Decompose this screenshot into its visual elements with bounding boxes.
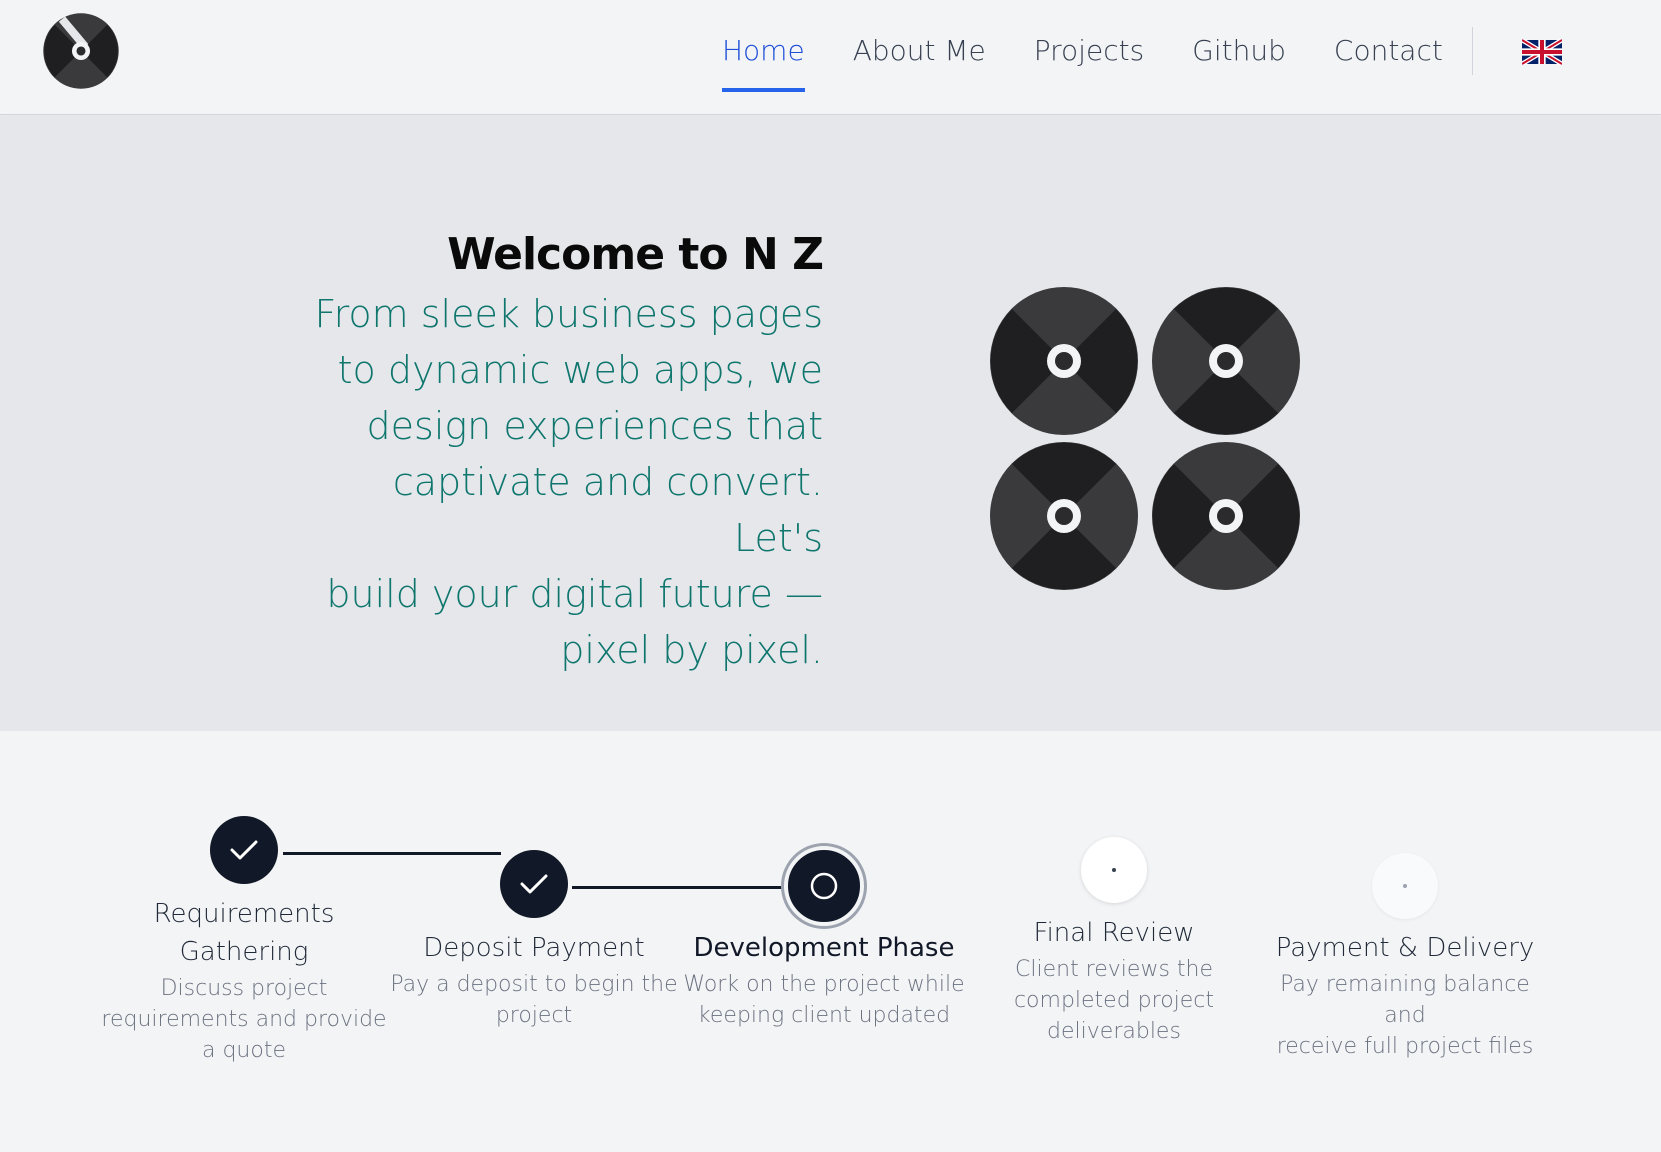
step-development: Development Phase Work on the project wh… xyxy=(679,929,969,1031)
step-title-line: Requirements xyxy=(153,899,335,929)
step-description: Discuss project requirements and provide… xyxy=(99,973,389,1066)
step-desc-line: Client reviews the xyxy=(1015,957,1213,982)
hero-section: Welcome to N Z From sleek business pages… xyxy=(0,116,1661,731)
step-description: Work on the project while keeping client… xyxy=(679,969,969,1031)
step-description: Pay remaining balance and receive full p… xyxy=(1260,969,1550,1062)
step-title-line: Development Phase xyxy=(693,933,955,963)
circle-icon xyxy=(810,872,838,900)
step-desc-line: a quote xyxy=(201,1038,286,1063)
step-3-circle[interactable] xyxy=(784,846,864,926)
step-title: Payment & Delivery xyxy=(1260,929,1550,967)
step-desc-line: Pay a deposit to begin the xyxy=(390,972,678,997)
nav-github[interactable]: Github xyxy=(1192,0,1286,115)
step-connector xyxy=(283,852,501,855)
uk-flag-icon[interactable] xyxy=(1522,39,1562,65)
step-requirements: Requirements Gathering Discuss project r… xyxy=(99,895,389,1066)
hero-subtitle-line: captivate and convert. Let's xyxy=(392,460,823,560)
step-1-circle[interactable] xyxy=(210,816,278,884)
step-title: Development Phase xyxy=(679,929,969,967)
hero-subtitle-line: pixel by pixel. xyxy=(560,628,823,672)
hero-subtitle-line: to dynamic web apps, we xyxy=(337,348,823,392)
hero-subtitle-line: design experiences that xyxy=(366,404,823,448)
step-desc-line: completed project xyxy=(1013,988,1215,1013)
step-2-circle[interactable] xyxy=(500,850,568,918)
hero-subtitle: From sleek business pages to dynamic web… xyxy=(303,286,823,678)
step-title-line: Payment & Delivery xyxy=(1275,933,1535,963)
step-connector xyxy=(572,886,784,889)
step-description: Pay a deposit to begin the project xyxy=(389,969,679,1031)
step-desc-line: requirements and provide xyxy=(101,1007,387,1032)
step-desc-line: Pay remaining balance and xyxy=(1280,972,1530,1028)
step-final-review: Final Review Client reviews the complete… xyxy=(969,914,1259,1047)
nav-projects[interactable]: Projects xyxy=(1034,0,1144,115)
step-deposit: Deposit Payment Pay a deposit to begin t… xyxy=(389,929,679,1031)
nav-links: Home About Me Projects Github Contact xyxy=(722,0,1491,115)
step-description: Client reviews the completed project del… xyxy=(969,954,1259,1047)
step-5-circle[interactable] xyxy=(1372,853,1438,919)
dot-icon xyxy=(1403,884,1407,888)
step-desc-line: project xyxy=(495,1003,573,1028)
step-desc-line: Work on the project while xyxy=(683,972,965,997)
process-steps: Requirements Gathering Discuss project r… xyxy=(0,731,1661,1152)
nav-home[interactable]: Home xyxy=(722,0,805,115)
step-desc-line: keeping client updated xyxy=(697,1003,951,1028)
step-title: Final Review xyxy=(969,914,1259,952)
nz-large-logo-icon xyxy=(990,287,1300,590)
step-title-line: Deposit Payment xyxy=(423,933,645,963)
dot-icon xyxy=(1112,868,1116,872)
step-desc-line: deliverables xyxy=(1047,1019,1181,1044)
step-4-circle[interactable] xyxy=(1081,837,1147,903)
nav-divider xyxy=(1472,27,1473,75)
step-title-line: Gathering xyxy=(179,937,309,967)
nz-logo-icon[interactable] xyxy=(36,10,126,92)
top-navbar: Home About Me Projects Github Contact xyxy=(0,0,1661,115)
hero-title: Welcome to N Z xyxy=(447,229,824,280)
step-desc-line: receive full project files xyxy=(1276,1034,1534,1059)
nav-about-me[interactable]: About Me xyxy=(853,0,986,115)
step-title: Deposit Payment xyxy=(389,929,679,967)
step-title: Requirements Gathering xyxy=(99,895,389,971)
hero-text: Welcome to N Z From sleek business pages… xyxy=(303,226,824,678)
step-payment-delivery: Payment & Delivery Pay remaining balance… xyxy=(1260,929,1550,1062)
check-icon xyxy=(520,874,548,894)
hero-subtitle-line: build your digital future — xyxy=(326,572,823,616)
nav-contact[interactable]: Contact xyxy=(1334,0,1443,115)
check-icon xyxy=(230,840,258,860)
step-desc-line: Discuss project xyxy=(160,976,328,1001)
step-title-line: Final Review xyxy=(1033,918,1195,948)
hero-subtitle-line: From sleek business pages xyxy=(314,292,823,336)
